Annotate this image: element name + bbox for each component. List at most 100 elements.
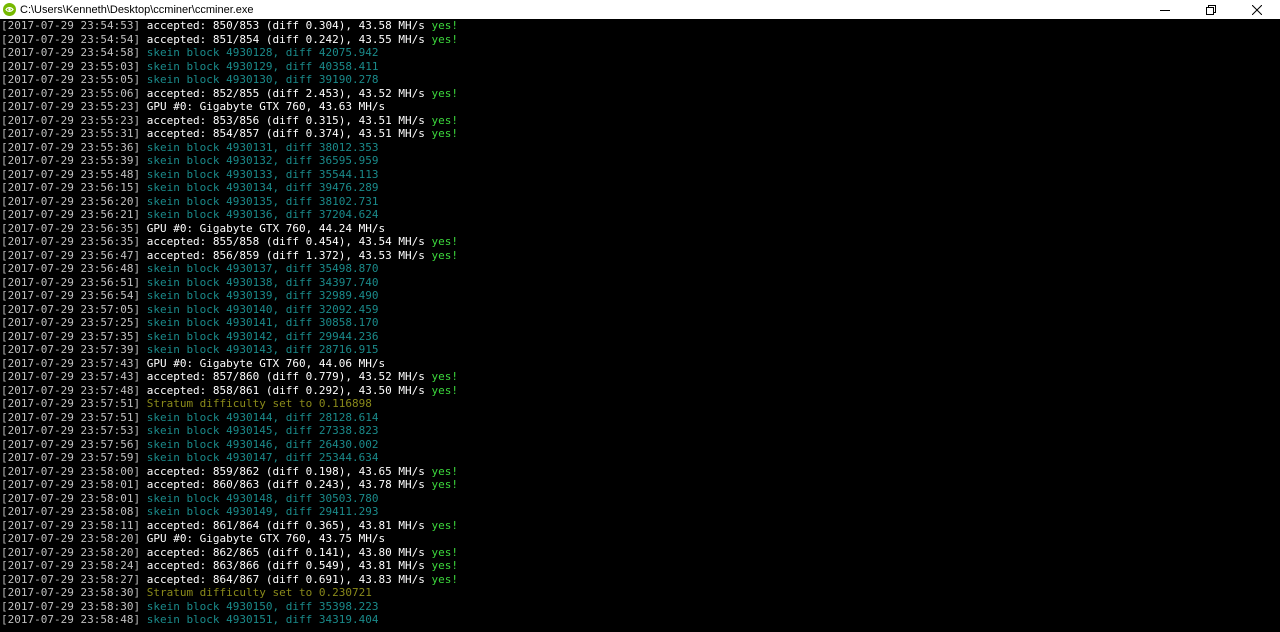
close-button[interactable] <box>1234 0 1280 19</box>
log-timestamp: [2017-07-29 23:57:51] <box>1 397 140 410</box>
title-bar[interactable]: C:\Users\Kenneth\Desktop\ccminer\ccminer… <box>0 0 1280 19</box>
log-line: [2017-07-29 23:55:23] accepted: 853/856 … <box>1 114 1280 128</box>
log-timestamp: [2017-07-29 23:54:58] <box>1 46 140 59</box>
log-yes-status: yes! <box>431 370 458 383</box>
log-message-block: skein block 4930134, diff 39476.289 <box>147 181 379 194</box>
log-line: [2017-07-29 23:55:39] skein block 493013… <box>1 154 1280 168</box>
log-timestamp: [2017-07-29 23:57:59] <box>1 451 140 464</box>
log-message-accepted: accepted: 860/863 (diff 0.243), 43.78 MH… <box>147 478 432 491</box>
log-timestamp: [2017-07-29 23:57:51] <box>1 411 140 424</box>
log-timestamp: [2017-07-29 23:56:35] <box>1 222 140 235</box>
log-yes-status: yes! <box>431 559 458 572</box>
minimize-button[interactable] <box>1142 0 1188 19</box>
log-line: [2017-07-29 23:57:43] GPU #0: Gigabyte G… <box>1 357 1280 371</box>
window-controls <box>1142 0 1280 19</box>
log-timestamp: [2017-07-29 23:55:03] <box>1 60 140 73</box>
log-yes-status: yes! <box>431 384 458 397</box>
log-timestamp: [2017-07-29 23:55:23] <box>1 100 140 113</box>
log-message-accepted: accepted: 861/864 (diff 0.365), 43.81 MH… <box>147 519 432 532</box>
log-line: [2017-07-29 23:56:15] skein block 493013… <box>1 181 1280 195</box>
log-line: [2017-07-29 23:57:35] skein block 493014… <box>1 330 1280 344</box>
log-message-block: skein block 4930151, diff 34319.404 <box>147 613 379 626</box>
log-message-accepted: accepted: 864/867 (diff 0.691), 43.83 MH… <box>147 573 432 586</box>
log-line: [2017-07-29 23:56:35] accepted: 855/858 … <box>1 235 1280 249</box>
log-line: [2017-07-29 23:57:51] Stratum difficulty… <box>1 397 1280 411</box>
log-message-block: skein block 4930148, diff 30503.780 <box>147 492 379 505</box>
log-line: [2017-07-29 23:58:20] GPU #0: Gigabyte G… <box>1 532 1280 546</box>
log-timestamp: [2017-07-29 23:57:35] <box>1 330 140 343</box>
log-timestamp: [2017-07-29 23:58:30] <box>1 600 140 613</box>
log-line: [2017-07-29 23:56:47] accepted: 856/859 … <box>1 249 1280 263</box>
log-line: [2017-07-29 23:57:59] skein block 493014… <box>1 451 1280 465</box>
window-title: C:\Users\Kenneth\Desktop\ccminer\ccminer… <box>20 4 254 16</box>
log-message-gpu: GPU #0: Gigabyte GTX 760, 43.63 MH/s <box>147 100 385 113</box>
log-line: [2017-07-29 23:57:43] accepted: 857/860 … <box>1 370 1280 384</box>
log-line: [2017-07-29 23:57:05] skein block 493014… <box>1 303 1280 317</box>
log-yes-status: yes! <box>431 478 458 491</box>
log-timestamp: [2017-07-29 23:58:20] <box>1 532 140 545</box>
log-timestamp: [2017-07-29 23:55:06] <box>1 87 140 100</box>
console-window: C:\Users\Kenneth\Desktop\ccminer\ccminer… <box>0 0 1280 632</box>
log-timestamp: [2017-07-29 23:56:20] <box>1 195 140 208</box>
log-message-accepted: accepted: 853/856 (diff 0.315), 43.51 MH… <box>147 114 432 127</box>
log-message-accepted: accepted: 863/866 (diff 0.549), 43.81 MH… <box>147 559 432 572</box>
log-message-block: skein block 4930138, diff 34397.740 <box>147 276 379 289</box>
log-timestamp: [2017-07-29 23:58:24] <box>1 559 140 572</box>
log-timestamp: [2017-07-29 23:57:43] <box>1 370 140 383</box>
log-timestamp: [2017-07-29 23:57:43] <box>1 357 140 370</box>
log-message-accepted: accepted: 856/859 (diff 1.372), 43.53 MH… <box>147 249 432 262</box>
log-timestamp: [2017-07-29 23:58:20] <box>1 546 140 559</box>
log-message-stratum: Stratum difficulty set to 0.116898 <box>147 397 372 410</box>
log-timestamp: [2017-07-29 23:55:31] <box>1 127 140 140</box>
log-line: [2017-07-29 23:56:20] skein block 493013… <box>1 195 1280 209</box>
console-output[interactable]: [2017-07-29 23:54:53] accepted: 850/853 … <box>0 19 1280 632</box>
log-line: [2017-07-29 23:58:01] skein block 493014… <box>1 492 1280 506</box>
log-yes-status: yes! <box>431 114 458 127</box>
log-message-accepted: accepted: 852/855 (diff 2.453), 43.52 MH… <box>147 87 432 100</box>
log-line: [2017-07-29 23:58:48] skein block 493015… <box>1 613 1280 627</box>
log-line: [2017-07-29 23:57:48] accepted: 858/861 … <box>1 384 1280 398</box>
log-timestamp: [2017-07-29 23:56:47] <box>1 249 140 262</box>
log-message-block: skein block 4930143, diff 28716.915 <box>147 343 379 356</box>
log-timestamp: [2017-07-29 23:58:27] <box>1 573 140 586</box>
log-line: [2017-07-29 23:55:06] accepted: 852/855 … <box>1 87 1280 101</box>
log-line: [2017-07-29 23:55:23] GPU #0: Gigabyte G… <box>1 100 1280 114</box>
log-timestamp: [2017-07-29 23:56:35] <box>1 235 140 248</box>
log-line: [2017-07-29 23:54:58] skein block 493012… <box>1 46 1280 60</box>
log-message-accepted: accepted: 854/857 (diff 0.374), 43.51 MH… <box>147 127 432 140</box>
log-message-gpu: GPU #0: Gigabyte GTX 760, 43.75 MH/s <box>147 532 385 545</box>
log-message-accepted: accepted: 850/853 (diff 0.304), 43.58 MH… <box>147 19 432 32</box>
log-timestamp: [2017-07-29 23:55:05] <box>1 73 140 86</box>
log-line: [2017-07-29 23:56:35] GPU #0: Gigabyte G… <box>1 222 1280 236</box>
log-timestamp: [2017-07-29 23:58:30] <box>1 586 140 599</box>
close-icon <box>1252 5 1262 15</box>
log-line: [2017-07-29 23:55:03] skein block 493012… <box>1 60 1280 74</box>
log-timestamp: [2017-07-29 23:56:51] <box>1 276 140 289</box>
log-yes-status: yes! <box>431 19 458 32</box>
log-message-accepted: accepted: 858/861 (diff 0.292), 43.50 MH… <box>147 384 432 397</box>
log-timestamp: [2017-07-29 23:57:53] <box>1 424 140 437</box>
log-yes-status: yes! <box>431 546 458 559</box>
log-line: [2017-07-29 23:57:39] skein block 493014… <box>1 343 1280 357</box>
log-line: [2017-07-29 23:54:54] accepted: 851/854 … <box>1 33 1280 47</box>
log-timestamp: [2017-07-29 23:58:48] <box>1 613 140 626</box>
log-timestamp: [2017-07-29 23:55:48] <box>1 168 140 181</box>
log-message-accepted: accepted: 851/854 (diff 0.242), 43.55 MH… <box>147 33 432 46</box>
minimize-icon <box>1160 5 1170 15</box>
log-message-accepted: accepted: 859/862 (diff 0.198), 43.65 MH… <box>147 465 432 478</box>
log-line: [2017-07-29 23:57:25] skein block 493014… <box>1 316 1280 330</box>
log-message-block: skein block 4930129, diff 40358.411 <box>147 60 379 73</box>
nvidia-app-icon <box>3 3 16 16</box>
log-message-block: skein block 4930146, diff 26430.002 <box>147 438 379 451</box>
restore-button[interactable] <box>1188 0 1234 19</box>
log-timestamp: [2017-07-29 23:58:11] <box>1 519 140 532</box>
log-yes-status: yes! <box>431 235 458 248</box>
log-message-accepted: accepted: 855/858 (diff 0.454), 43.54 MH… <box>147 235 432 248</box>
log-timestamp: [2017-07-29 23:57:25] <box>1 316 140 329</box>
log-line: [2017-07-29 23:55:31] accepted: 854/857 … <box>1 127 1280 141</box>
log-timestamp: [2017-07-29 23:56:54] <box>1 289 140 302</box>
log-timestamp: [2017-07-29 23:57:39] <box>1 343 140 356</box>
log-yes-status: yes! <box>431 573 458 586</box>
log-message-stratum: Stratum difficulty set to 0.230721 <box>147 586 372 599</box>
log-timestamp: [2017-07-29 23:54:54] <box>1 33 140 46</box>
